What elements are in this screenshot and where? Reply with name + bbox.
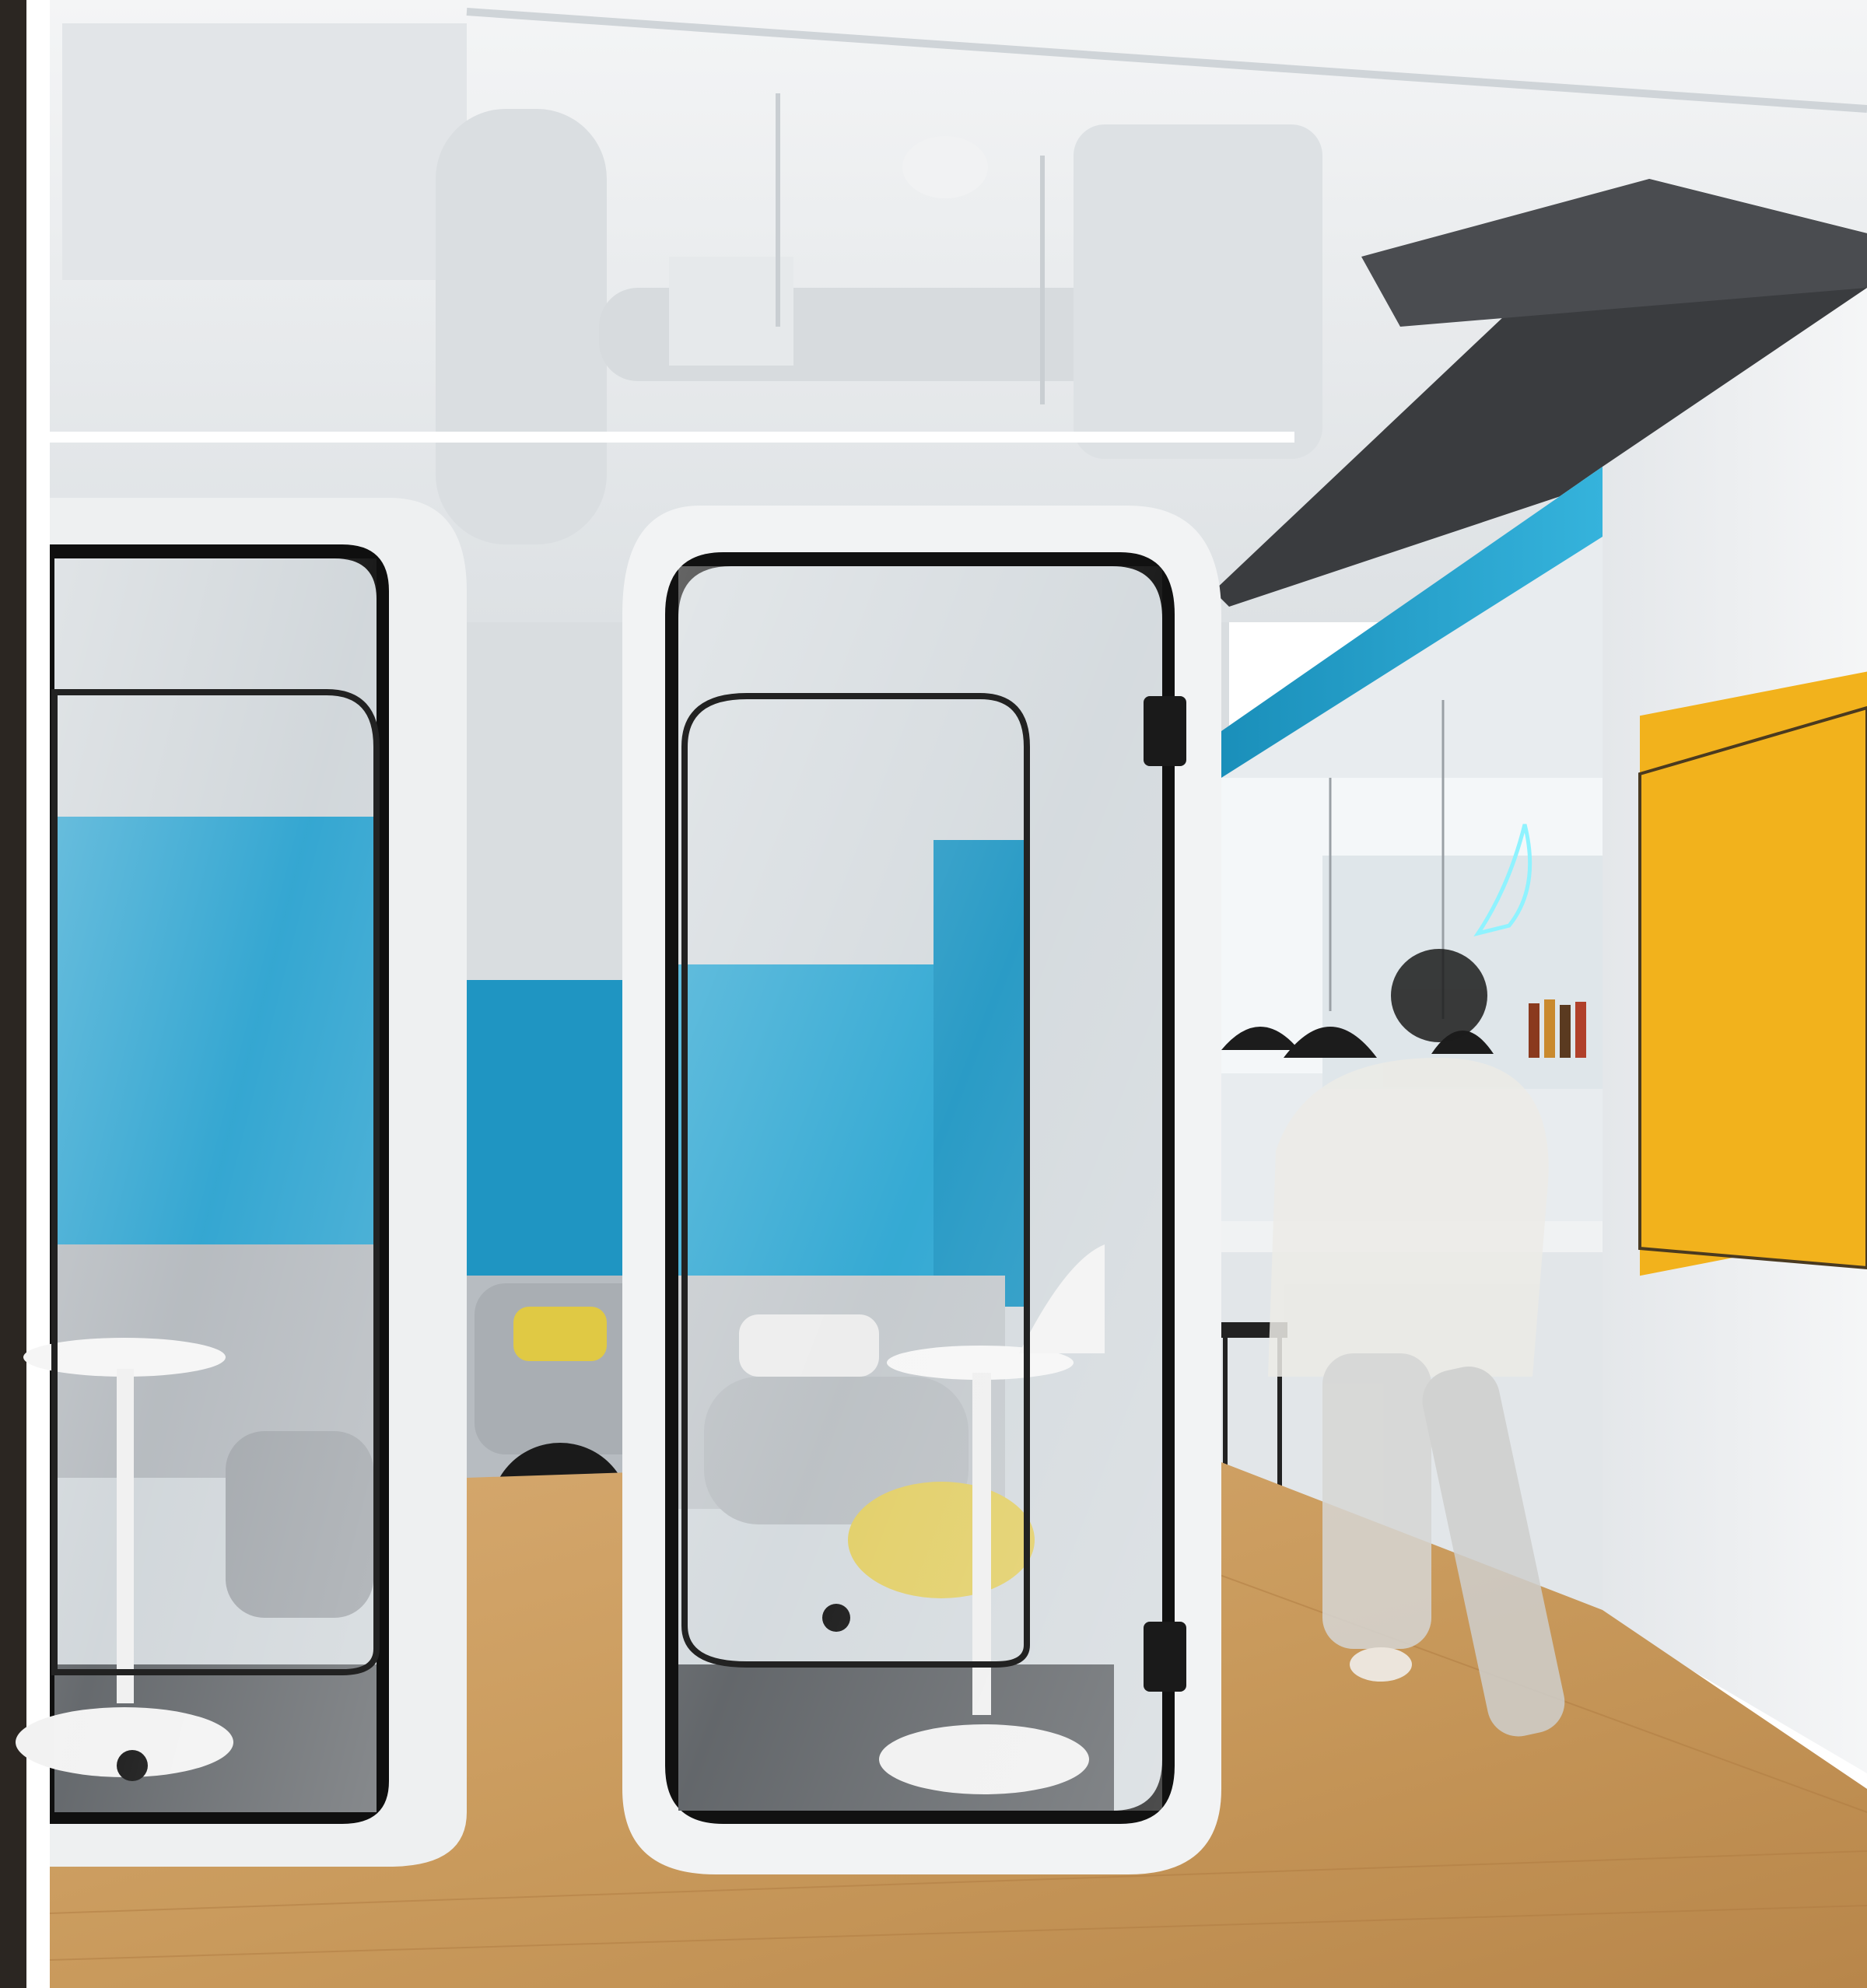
office-photo [0,0,1867,1988]
phone-booth-left [16,498,467,1867]
right-wall [1603,288,1867,1773]
left-dark-strip [0,0,26,1988]
phone-booth-right [622,506,1221,1874]
